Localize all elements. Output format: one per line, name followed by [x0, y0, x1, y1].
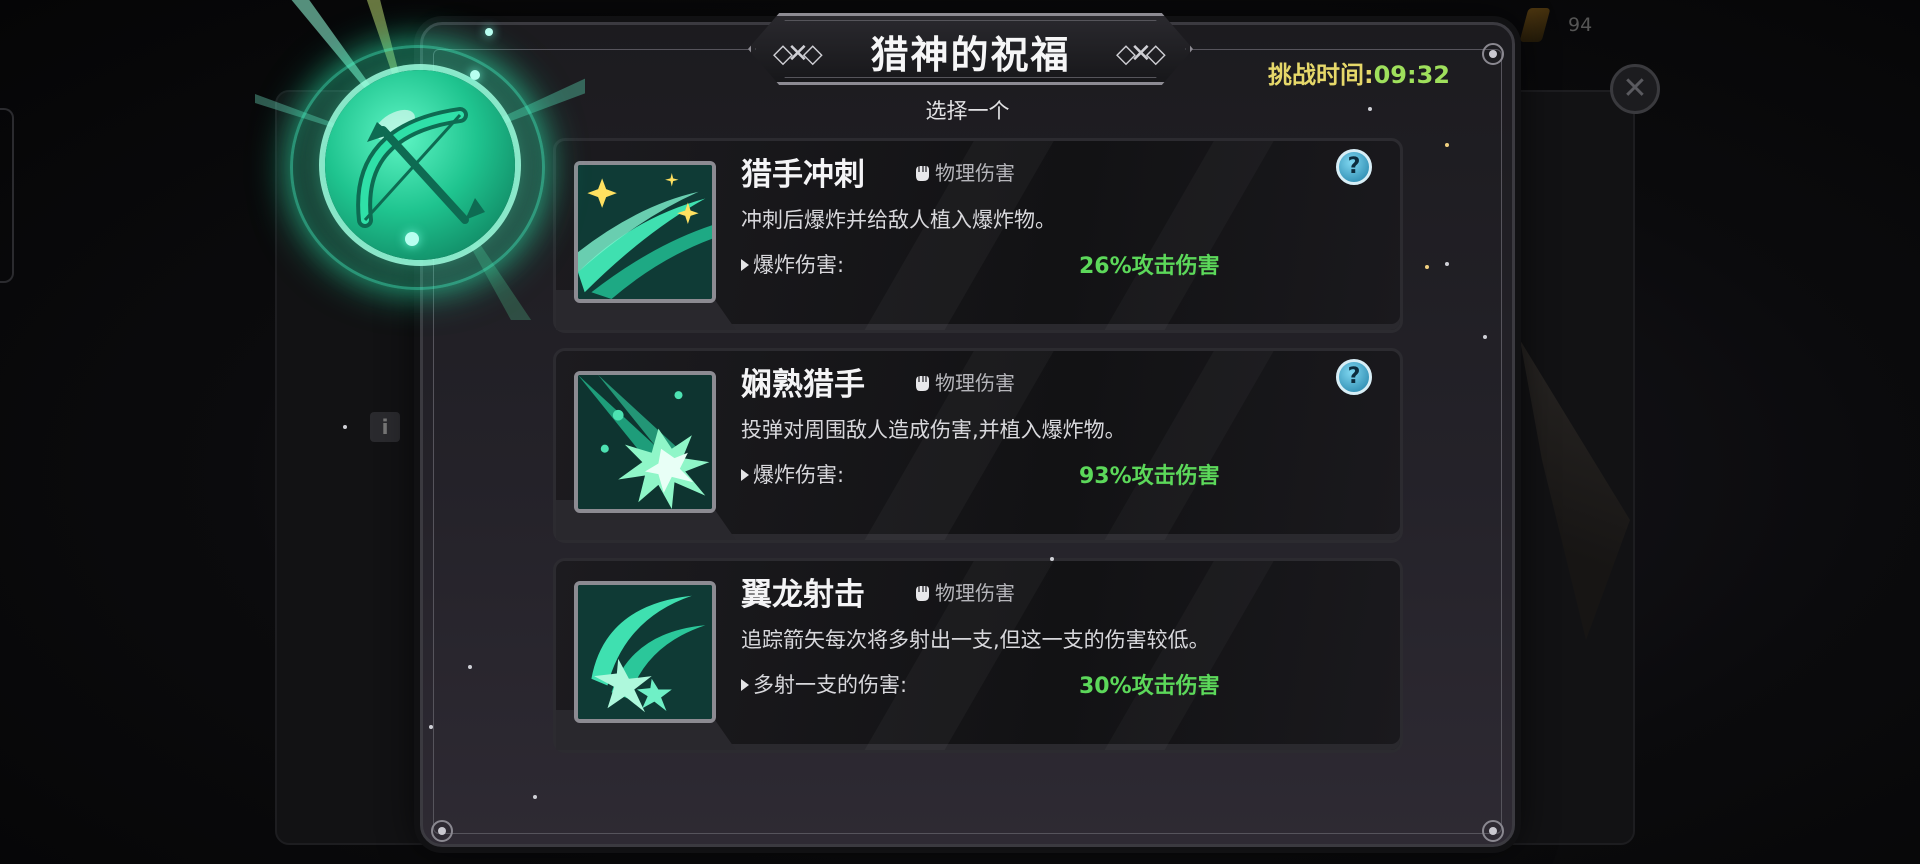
- challenge-timer: 挑战时间:09:32: [1268, 55, 1450, 90]
- spark-decoration: [470, 70, 480, 80]
- option-name: 猎手冲刺: [741, 157, 865, 193]
- triangle-bullet-icon: [741, 469, 749, 481]
- option-card-wyvern-shot[interactable]: 翼龙射击 物理伤害 追踪箭矢每次将多射出一支,但这一支的伤害较低。 多射一支的伤…: [553, 558, 1403, 753]
- spark-decoration: [405, 232, 419, 246]
- timer-label: 挑战时间:: [1267, 61, 1374, 89]
- corner-ornament-icon: [431, 820, 453, 842]
- star-decoration: [1445, 262, 1449, 266]
- star-decoration: [468, 665, 472, 669]
- option-card-skilled-hunter[interactable]: 娴熟猎手 物理伤害 ? 投弹对周围敌人造成伤害,并植入爆炸物。 爆炸伤害: 93…: [553, 348, 1403, 543]
- spark-decoration: [485, 28, 493, 36]
- stat-value: 30%攻击伤害: [1079, 674, 1220, 699]
- stat-label: 多射一支的伤害:: [741, 669, 907, 699]
- star-decoration: [533, 795, 537, 799]
- dash-sparkle-icon: [574, 161, 716, 303]
- help-button[interactable]: ?: [1336, 359, 1372, 395]
- info-icon[interactable]: i: [370, 412, 400, 442]
- option-name: 翼龙射击: [741, 577, 865, 613]
- star-decoration: [1483, 335, 1487, 339]
- damage-type: 物理伤害: [913, 367, 1015, 396]
- hunter-blessing-orb: [255, 0, 585, 320]
- fist-icon: [916, 166, 929, 181]
- stat-label-text: 爆炸伤害:: [753, 463, 845, 487]
- damage-type: 物理伤害: [913, 157, 1015, 186]
- star-decoration: [429, 725, 433, 729]
- option-card-hunter-dash[interactable]: 猎手冲刺 物理伤害 ? 冲刺后爆炸并给敌人植入爆炸物。 爆炸伤害: 26%攻击伤…: [553, 138, 1403, 333]
- curved-arrow-shot-icon: [574, 581, 716, 723]
- damage-type-label: 物理伤害: [935, 581, 1015, 605]
- damage-type-label: 物理伤害: [935, 371, 1015, 395]
- option-name: 娴熟猎手: [741, 367, 865, 403]
- fist-icon: [916, 586, 929, 601]
- corner-ornament-icon: [1482, 43, 1504, 65]
- star-decoration: [1425, 265, 1429, 269]
- stat-label-text: 爆炸伤害:: [753, 253, 845, 277]
- option-description: 投弹对周围敌人造成伤害,并植入爆炸物。: [741, 418, 1126, 442]
- side-drawer-tab[interactable]: [0, 108, 14, 283]
- star-decoration: [343, 425, 347, 429]
- damage-type: 物理伤害: [913, 577, 1015, 606]
- dialog-subtitle: 选择一个: [925, 99, 1010, 123]
- timer-value: 09:32: [1373, 61, 1450, 89]
- stat-label: 爆炸伤害:: [741, 249, 844, 279]
- stat-label: 爆炸伤害:: [741, 459, 844, 489]
- close-button[interactable]: ✕: [1610, 64, 1660, 114]
- stat-label-text: 多射一支的伤害:: [753, 673, 908, 697]
- stat-value: 26%攻击伤害: [1079, 254, 1220, 279]
- dialog-title: 猎神的祝福: [870, 33, 1071, 77]
- currency-counter: 94: [1568, 14, 1593, 36]
- help-button[interactable]: ?: [1336, 149, 1372, 185]
- option-description: 追踪箭矢每次将多射出一支,但这一支的伤害较低。: [741, 628, 1210, 652]
- triangle-bullet-icon: [741, 259, 749, 271]
- fist-icon: [916, 376, 929, 391]
- option-description: 冲刺后爆炸并给敌人植入爆炸物。: [741, 208, 1056, 232]
- star-decoration: [1445, 143, 1449, 147]
- burst-explosion-icon: [574, 371, 716, 513]
- bow-arrow-icon: [325, 70, 515, 260]
- star-decoration: [1050, 557, 1054, 561]
- stat-value: 93%攻击伤害: [1079, 464, 1220, 489]
- star-decoration: [1368, 107, 1372, 111]
- damage-type-label: 物理伤害: [935, 161, 1015, 185]
- triangle-bullet-icon: [741, 679, 749, 691]
- corner-ornament-icon: [1482, 820, 1504, 842]
